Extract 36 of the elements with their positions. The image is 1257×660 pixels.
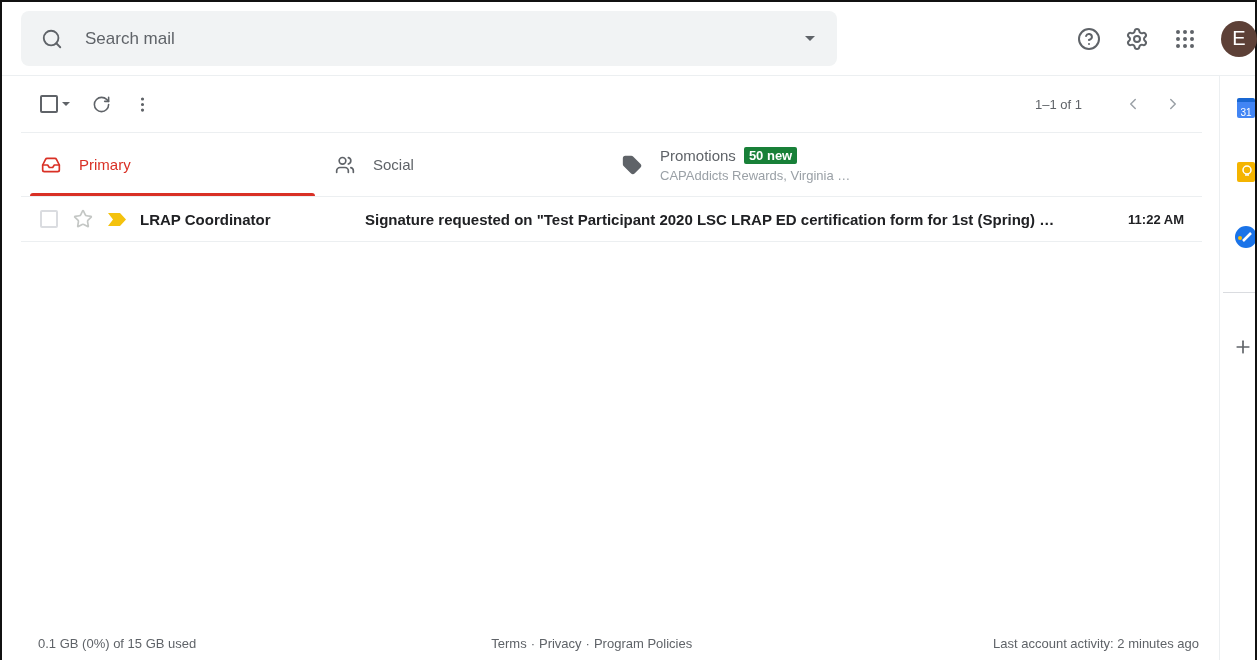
tab-label: Social (373, 156, 414, 173)
settings-button[interactable] (1125, 26, 1149, 51)
email-subject: Signature requested on "Test Participant 2020 LSC LRAP ED certification form for 1st (Spring) … (365, 210, 1056, 228)
tag-icon (622, 154, 642, 175)
footer-link[interactable]: Privacy (539, 635, 582, 651)
category-tab[interactable]: Primary (21, 133, 315, 196)
footer-link[interactable]: Terms (491, 635, 527, 651)
pagination-text: 1–1 of 1 (1035, 96, 1082, 112)
separator-dot: · (530, 635, 535, 651)
caret-icon[interactable] (62, 102, 70, 106)
select-all-checkbox[interactable] (40, 95, 58, 113)
help-button[interactable] (1077, 26, 1101, 51)
people-icon (335, 154, 355, 175)
refresh-icon[interactable] (92, 94, 111, 114)
search-icon[interactable] (41, 27, 63, 50)
tab-label: Primary (79, 156, 131, 173)
search-bar[interactable]: Search mail (21, 11, 837, 66)
tab-label: Promotions (660, 146, 736, 164)
footer-link[interactable]: Program Policies (593, 635, 693, 651)
search-field[interactable]: Search mail (83, 27, 785, 50)
new-count-badge: 50 new (743, 146, 798, 164)
caret-icon[interactable] (805, 36, 815, 41)
tasks-icon[interactable] (1235, 226, 1255, 248)
tab-snippet: CAPAddicts Rewards, Virginia … (660, 167, 851, 183)
star-icon[interactable] (73, 209, 93, 229)
category-tab[interactable]: Promotions 50 new CAPAddicts Rewards, Virginia … (602, 133, 1202, 196)
separator-dot: · (585, 635, 590, 651)
category-tab[interactable]: Social (315, 133, 602, 196)
storage-usage: 0.1 GB (0%) of 15 GB used (38, 635, 197, 651)
email-time: 11:22 AM (1128, 211, 1184, 227)
important-marker-icon[interactable] (108, 212, 126, 226)
email-sender: LRAP Coordinator (140, 210, 272, 228)
account-activity: Last account activity: 2 minutes ago (993, 635, 1199, 651)
account-avatar[interactable]: E (1221, 20, 1257, 57)
row-checkbox[interactable] (40, 210, 58, 228)
calendar-icon[interactable]: 31 (1237, 98, 1255, 118)
